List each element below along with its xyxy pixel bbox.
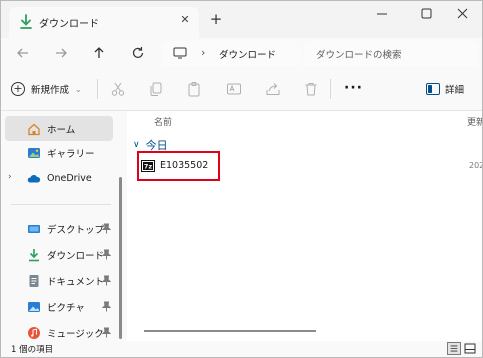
share-icon[interactable] — [265, 81, 281, 97]
sidebar-item-home[interactable]: ホーム — [5, 116, 113, 141]
new-tab-button[interactable]: + — [208, 11, 224, 27]
close-window-button[interactable] — [442, 1, 482, 27]
sidebar-item-documents[interactable]: ドキュメント — [5, 268, 113, 293]
pin-icon[interactable] — [102, 249, 111, 260]
search-box[interactable]: ダウンロードの検索 — [304, 41, 479, 66]
pin-icon[interactable] — [102, 301, 111, 312]
close-tab-icon[interactable]: ✕ — [178, 13, 192, 27]
more-options-button[interactable]: ··· — [344, 80, 363, 96]
download-icon — [29, 248, 39, 261]
details-pane-icon — [426, 83, 440, 95]
item-count: 1 個の項目 — [11, 345, 54, 355]
sidebar-item-downloads[interactable]: ダウンロード — [5, 242, 113, 267]
details-label: 詳細 — [445, 85, 465, 96]
sidebar-item-label: ピクチャ — [47, 302, 85, 314]
gallery-icon — [28, 147, 40, 158]
sidebar-item-label: ホーム — [47, 124, 76, 136]
delete-icon[interactable] — [303, 81, 319, 97]
sidebar-scrollbar[interactable] — [119, 177, 122, 339]
chevron-down-icon: ⌄ — [75, 84, 82, 94]
new-item-button[interactable]: + 新規作成 ⌄ — [11, 79, 82, 99]
file-date-modified: 202 — [469, 161, 483, 170]
pictures-icon — [28, 301, 40, 312]
back-arrow-icon[interactable] — [14, 44, 32, 62]
file-list: 名前 更新 ∨ 今日 7z E1035502 202 — [127, 111, 482, 341]
file-explorer-window: ダウンロード ✕ + › ダウンロード ダウンロードの検索 + 新規作成 ⌄ ·… — [0, 0, 483, 358]
tab-title: ダウンロード — [39, 19, 99, 30]
highlight-box — [137, 151, 220, 181]
home-icon — [28, 123, 40, 135]
horizontal-scrollbar[interactable] — [144, 330, 316, 332]
refresh-icon[interactable] — [129, 44, 147, 62]
sidebar-item-label: ギャラリー — [47, 148, 95, 160]
copy-icon[interactable] — [148, 81, 164, 97]
computer-icon — [173, 47, 187, 59]
music-icon — [28, 326, 40, 339]
paste-icon[interactable] — [186, 81, 202, 97]
title-bar: ダウンロード ✕ + — [1, 1, 482, 38]
plus-icon: + — [11, 82, 25, 96]
address-bar[interactable]: › ダウンロード — [161, 41, 301, 66]
command-bar: + 新規作成 ⌄ ··· 詳細 — [1, 67, 482, 111]
status-bar: 1 個の項目 — [1, 341, 482, 357]
desktop-icon — [28, 224, 40, 233]
maximize-button[interactable] — [406, 1, 446, 27]
sidebar-item-label: ドキュメント — [47, 276, 105, 288]
navigation-bar: › ダウンロード ダウンロードの検索 — [1, 38, 482, 67]
collapse-group-chevron-icon: ∨ — [133, 140, 140, 150]
sidebar-item-desktop[interactable]: デスクトップ — [5, 216, 113, 241]
sidebar-item-gallery[interactable]: ギャラリー — [5, 140, 113, 165]
pin-icon[interactable] — [102, 327, 111, 338]
breadcrumb-chevron-icon[interactable]: › — [201, 46, 205, 59]
tab-downloads[interactable]: ダウンロード ✕ — [9, 7, 199, 38]
tiles-view-icon[interactable] — [463, 342, 477, 355]
search-input[interactable]: ダウンロードの検索 — [316, 47, 402, 61]
sidebar-item-label: デスクトップ — [47, 224, 105, 236]
pin-icon[interactable] — [102, 223, 111, 234]
column-header-name[interactable]: 名前 — [154, 115, 172, 128]
sidebar-item-onedrive[interactable]: OneDrive — [5, 166, 113, 191]
sidebar-item-label: OneDrive — [47, 173, 92, 184]
navigation-pane: ホーム ギャラリー › OneDrive デスクトップ ダウンロード ドキュメン… — [1, 111, 127, 341]
details-view-icon[interactable] — [447, 342, 461, 355]
pin-icon[interactable] — [102, 275, 111, 286]
sidebar-divider — [11, 204, 111, 205]
download-icon — [20, 14, 32, 29]
new-item-label: 新規作成 — [31, 85, 70, 96]
onedrive-icon — [27, 174, 41, 182]
cut-icon[interactable] — [110, 81, 126, 97]
minimize-button[interactable] — [362, 1, 402, 27]
sidebar-item-pictures[interactable]: ピクチャ — [5, 294, 113, 319]
rename-icon[interactable] — [226, 81, 242, 97]
sidebar-item-label: ミュージック — [47, 328, 104, 340]
toolbar-divider — [97, 79, 98, 99]
up-arrow-icon[interactable] — [90, 44, 108, 62]
details-pane-button[interactable]: 詳細 — [426, 82, 464, 96]
breadcrumb-downloads[interactable]: ダウンロード — [219, 47, 276, 61]
sidebar-item-label: ダウンロード — [47, 250, 105, 262]
forward-arrow-icon[interactable] — [52, 44, 70, 62]
toolbar-divider — [330, 79, 331, 99]
documents-icon — [29, 274, 39, 287]
column-header-date[interactable]: 更新 — [467, 115, 482, 128]
